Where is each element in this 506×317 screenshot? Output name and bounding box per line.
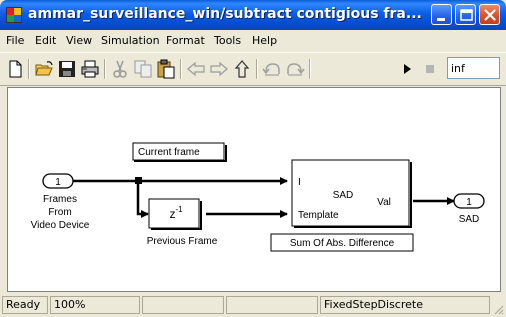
menu-file[interactable]: File	[6, 34, 24, 47]
unit-delay-block[interactable]: z-1	[148, 198, 202, 230]
title-bar[interactable]: ammar_surveillance_win/subtract contigio…	[0, 0, 506, 30]
menu-format[interactable]: Format	[166, 34, 205, 47]
menu-tools[interactable]: Tools	[214, 34, 241, 47]
stop-time-input[interactable]	[447, 57, 500, 79]
sad-input-template: Template	[298, 210, 339, 221]
branch-point	[135, 177, 142, 184]
sad-input-i: I	[298, 177, 301, 188]
minimize-icon	[437, 18, 445, 21]
outport-number: 1	[466, 197, 472, 208]
new-model-button[interactable]	[4, 58, 26, 80]
sad-block[interactable]: SAD I Template Val	[291, 159, 412, 228]
redo-button[interactable]	[284, 58, 306, 80]
start-simulation-button[interactable]	[396, 58, 418, 80]
inport-label-line2: From	[48, 207, 71, 218]
status-solver: FixedStepDiscrete	[320, 296, 490, 314]
save-icon	[59, 61, 75, 77]
menu-edit[interactable]: Edit	[35, 34, 56, 47]
paste-button[interactable]	[155, 58, 177, 80]
undo-icon	[262, 63, 280, 76]
status-bar: Ready 100% FixedStepDiscrete	[0, 293, 506, 317]
toolbar-separator	[28, 59, 30, 79]
toolbar-separator	[180, 59, 182, 79]
simulink-model-icon	[6, 7, 22, 23]
toolbar-separator	[256, 59, 258, 79]
undo-button[interactable]	[261, 58, 283, 80]
copy-button[interactable]	[132, 58, 154, 80]
current-frame-label: Current frame	[138, 147, 200, 158]
status-state: Ready	[2, 296, 48, 314]
status-zoom: 100%	[50, 296, 140, 314]
status-cell-empty-2	[226, 296, 318, 314]
close-button[interactable]	[479, 4, 500, 25]
toolbar-separator	[104, 59, 106, 79]
resize-grip-icon[interactable]	[492, 303, 504, 315]
sad-block-title: SAD	[333, 190, 354, 201]
sad-caption[interactable]: Sum Of Abs. Difference	[270, 233, 414, 252]
redo-icon	[287, 63, 305, 76]
stop-simulation-button[interactable]	[419, 58, 441, 80]
print-button[interactable]	[79, 58, 101, 80]
save-button[interactable]	[56, 58, 78, 80]
close-icon	[484, 9, 496, 21]
inport-label-line3: Video Device	[31, 220, 90, 231]
signal-to-delay[interactable]	[136, 181, 149, 218]
minimize-button[interactable]	[431, 4, 452, 25]
menu-simulation[interactable]: Simulation	[101, 34, 160, 47]
maximize-icon	[460, 9, 473, 21]
forward-icon	[210, 61, 228, 77]
outport-label: SAD	[459, 214, 480, 225]
up-icon	[234, 60, 250, 78]
inport-label-line1: Frames	[43, 194, 77, 205]
delay-label: Previous Frame	[147, 236, 218, 247]
maximize-button[interactable]	[455, 4, 476, 25]
up-button[interactable]	[231, 58, 253, 80]
open-button[interactable]	[33, 58, 55, 80]
sad-caption-text: Sum Of Abs. Difference	[290, 238, 395, 249]
block-diagram: 1 Frames From Video Device Current frame…	[31, 142, 485, 252]
inport-number: 1	[55, 177, 61, 188]
menu-view[interactable]: View	[66, 34, 92, 47]
current-frame-annotation[interactable]: Current frame	[132, 142, 227, 162]
back-button[interactable]	[185, 58, 207, 80]
cut-icon	[113, 60, 127, 78]
inport-block[interactable]: 1	[42, 173, 74, 189]
stop-simulation-icon	[426, 65, 434, 73]
window-title: ammar_surveillance_win/subtract contigio…	[28, 6, 422, 22]
paste-icon	[157, 59, 175, 79]
toolbar	[0, 52, 506, 86]
print-icon	[81, 60, 99, 78]
model-canvas[interactable]: 1 Frames From Video Device Current frame…	[7, 87, 501, 292]
start-simulation-icon	[404, 64, 411, 74]
new-icon	[9, 60, 22, 78]
forward-button[interactable]	[208, 58, 230, 80]
menu-help[interactable]: Help	[252, 34, 277, 47]
sad-output-val: Val	[377, 197, 391, 208]
toolbar-separator	[309, 59, 311, 79]
open-icon	[35, 61, 53, 76]
copy-icon	[134, 60, 152, 78]
menu-bar: File Edit View Simulation Format Tools H…	[0, 30, 506, 52]
outport-block[interactable]: 1	[453, 193, 485, 209]
cut-button[interactable]	[109, 58, 131, 80]
back-icon	[187, 61, 205, 77]
status-cell-empty-1	[142, 296, 224, 314]
